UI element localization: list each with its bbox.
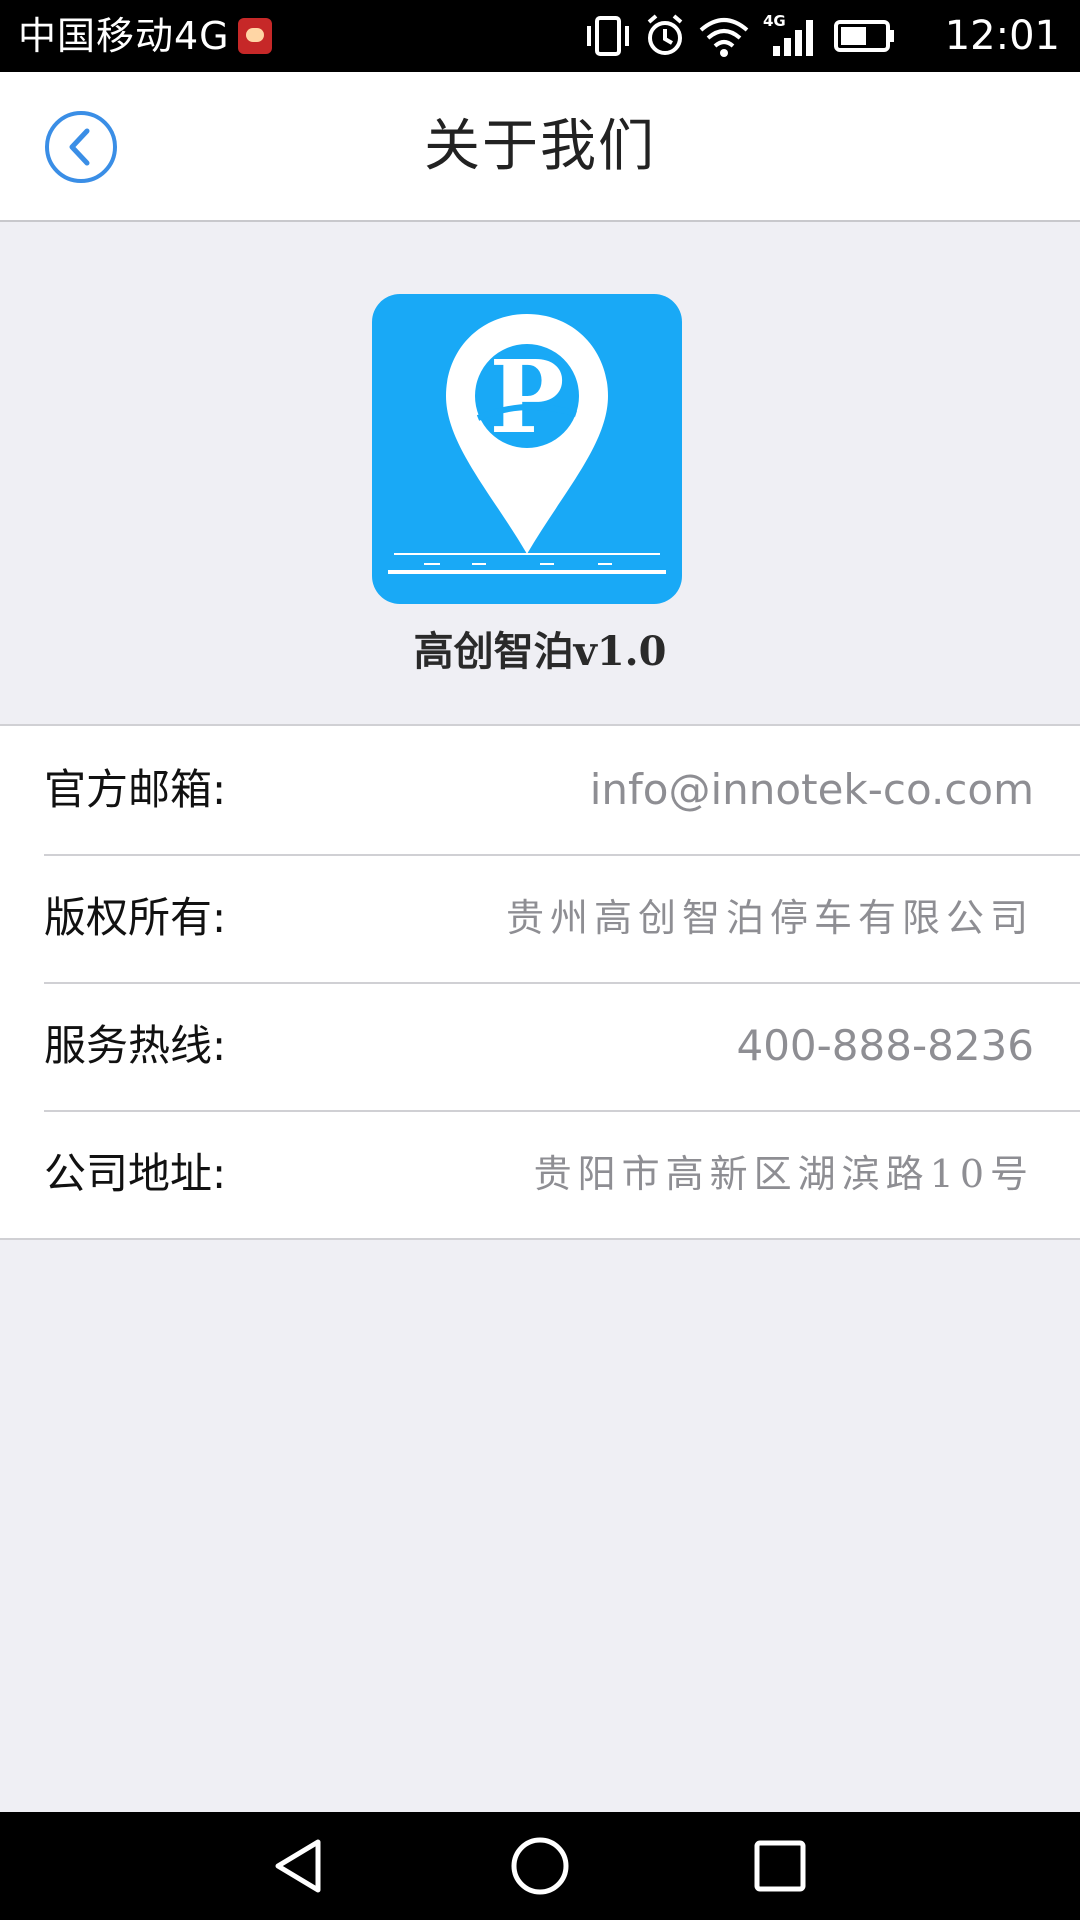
title-bar: 关于我们 (0, 72, 1080, 222)
clock: 12:01 (944, 13, 1060, 59)
navigation-bar (0, 1812, 1080, 1920)
recents-square-icon[interactable] (750, 1836, 810, 1896)
address-value: 贵阳市高新区湖滨路10号 (533, 1152, 1034, 1196)
signal-icon: 4G (763, 12, 813, 56)
status-icons: 4G (585, 12, 945, 60)
network-type-label: 4G (763, 12, 786, 30)
alarm-icon (647, 14, 683, 55)
carrier-label: 中国移动4G (18, 14, 230, 58)
parking-pin-logo: P (388, 314, 666, 574)
svg-text:P: P (489, 338, 564, 456)
battery-icon (834, 20, 894, 52)
info-row-hotline[interactable]: 服务热线: 400-888-8236 (0, 982, 1080, 1110)
info-list: 官方邮箱: info@innotek-co.com 版权所有: 贵州高创智泊停车… (0, 724, 1080, 1240)
info-label: 官方邮箱: (44, 765, 227, 814)
info-label: 版权所有: (44, 893, 227, 942)
info-label: 服务热线: (44, 1021, 227, 1070)
wifi-icon (699, 18, 749, 57)
back-triangle-icon[interactable] (270, 1836, 330, 1896)
app-logo: P (372, 294, 682, 604)
info-row-email[interactable]: 官方邮箱: info@innotek-co.com (0, 726, 1080, 854)
app-name-version: 高创智泊v1.0 (413, 628, 667, 675)
copyright-value: 贵州高创智泊停车有限公司 (505, 896, 1034, 940)
home-circle-icon[interactable] (510, 1836, 570, 1896)
info-row-address: 公司地址: 贵阳市高新区湖滨路10号 (0, 1110, 1080, 1238)
hotline-value[interactable]: 400-888-8236 (736, 1018, 1034, 1074)
vibrate-icon (587, 16, 629, 56)
app-notification-icon (238, 18, 272, 54)
info-label: 公司地址: (44, 1149, 227, 1198)
status-bar: 中国移动4G 4G 12:01 (0, 0, 1080, 72)
page-title: 关于我们 (424, 114, 656, 179)
email-value[interactable]: info@innotek-co.com (590, 762, 1034, 818)
info-row-copyright: 版权所有: 贵州高创智泊停车有限公司 (0, 854, 1080, 982)
